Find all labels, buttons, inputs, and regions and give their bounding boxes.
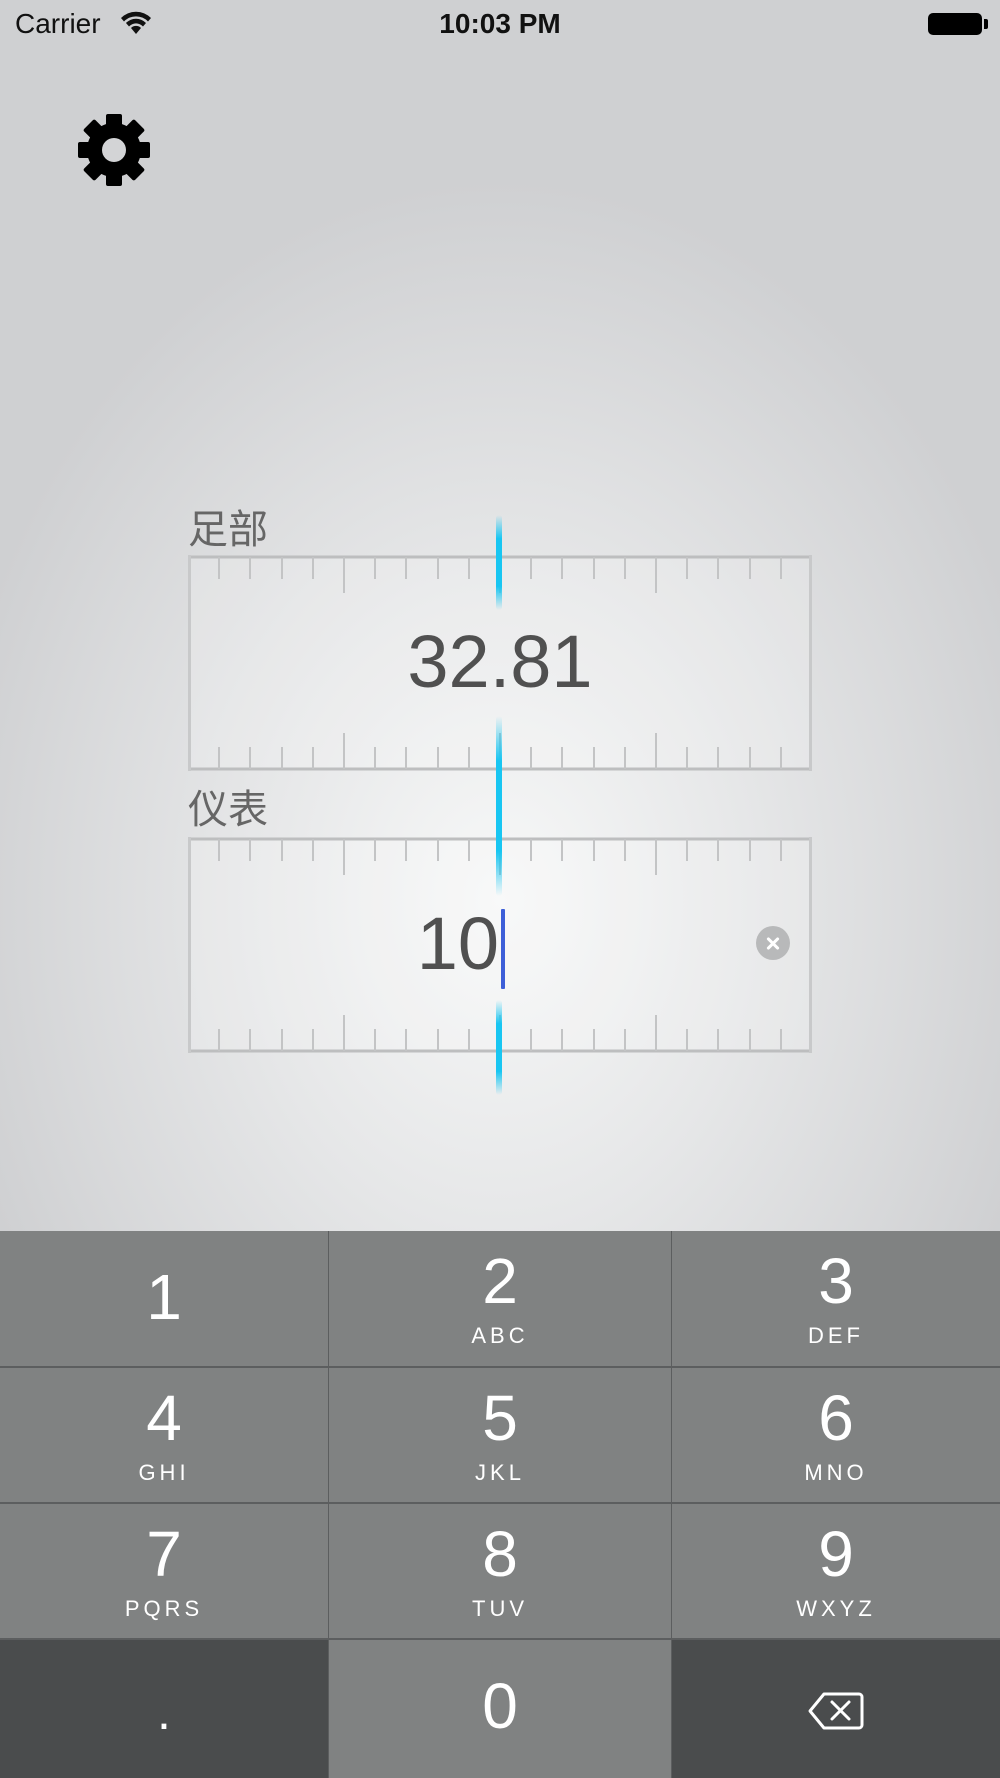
key-letters: JKL bbox=[475, 1460, 525, 1485]
key-letters: TUV bbox=[472, 1596, 528, 1621]
key-6[interactable]: 6 MNO bbox=[672, 1368, 1000, 1502]
key-letters: GHI bbox=[138, 1460, 190, 1485]
key-digit: 1 bbox=[146, 1261, 182, 1333]
key-2[interactable]: 2 ABC bbox=[329, 1231, 671, 1366]
battery-icon bbox=[928, 13, 982, 35]
feet-value: 32.81 bbox=[407, 620, 593, 703]
key-digit: 0 bbox=[482, 1670, 518, 1742]
clear-icon[interactable] bbox=[756, 926, 790, 960]
center-indicator bbox=[496, 1000, 502, 1095]
center-indicator bbox=[496, 515, 502, 610]
key-1[interactable]: 1 bbox=[0, 1231, 328, 1366]
key-digit: 6 bbox=[818, 1382, 854, 1454]
key-letters: ABC bbox=[471, 1323, 529, 1348]
text-caret bbox=[501, 909, 505, 989]
key-digit: 8 bbox=[482, 1518, 518, 1590]
key-3[interactable]: 3 DEF bbox=[672, 1231, 1000, 1366]
meters-input[interactable]: 10 bbox=[188, 899, 812, 989]
key-digit: 9 bbox=[818, 1518, 854, 1590]
key-8[interactable]: 8 TUV bbox=[329, 1504, 671, 1638]
battery-tip bbox=[984, 19, 988, 29]
gear-icon[interactable] bbox=[76, 112, 152, 188]
key-digit: 2 bbox=[482, 1245, 518, 1317]
key-4[interactable]: 4 GHI bbox=[0, 1368, 328, 1502]
meters-label: 仪表 bbox=[188, 787, 268, 833]
key-letters: DEF bbox=[808, 1323, 864, 1348]
key-5[interactable]: 5 JKL bbox=[329, 1368, 671, 1502]
clock: 10:03 PM bbox=[439, 8, 561, 39]
key-digit: 7 bbox=[146, 1518, 182, 1590]
key-letters: PQRS bbox=[124, 1596, 204, 1621]
key-digit: 3 bbox=[818, 1245, 854, 1317]
key-letters: WXYZ bbox=[796, 1596, 876, 1621]
meters-value[interactable]: 10 bbox=[417, 899, 499, 989]
key-digit: 5 bbox=[482, 1382, 518, 1454]
decimal-key[interactable]: . bbox=[0, 1640, 328, 1778]
key-digit: . bbox=[157, 1684, 171, 1740]
key-0[interactable]: 0 bbox=[329, 1640, 671, 1778]
status-bar: Carrier 10:03 PM bbox=[0, 0, 1000, 50]
key-7[interactable]: 7 PQRS bbox=[0, 1504, 328, 1638]
key-digit: 4 bbox=[146, 1382, 182, 1454]
key-9[interactable]: 9 WXYZ bbox=[672, 1504, 1000, 1638]
feet-label: 足部 bbox=[188, 507, 268, 553]
key-letters: MNO bbox=[804, 1460, 868, 1485]
center-indicator bbox=[496, 716, 502, 896]
backspace-icon[interactable] bbox=[808, 1691, 864, 1731]
